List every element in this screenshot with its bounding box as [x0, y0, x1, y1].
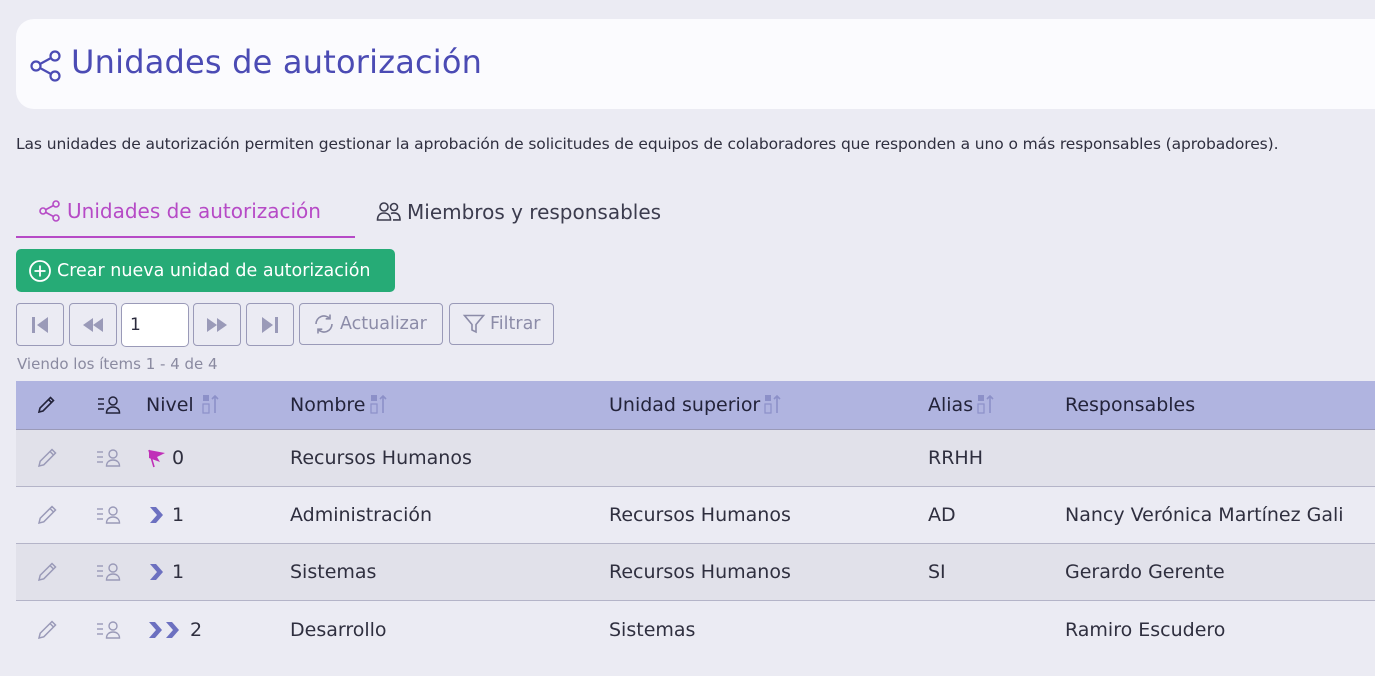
alias-cell: RRHH	[928, 447, 983, 469]
assign-column-header	[96, 381, 122, 429]
table-header: Nivel Nombre Unidad superior Alias Respo…	[16, 381, 1375, 430]
name-cell: Administración	[290, 504, 433, 526]
manage-members-button[interactable]	[96, 487, 122, 543]
column-header-nombre[interactable]: Nombre	[290, 381, 388, 429]
users-icon	[376, 201, 401, 221]
filter-icon	[462, 314, 486, 334]
sort-icon[interactable]	[202, 394, 220, 416]
level-cell: 1	[146, 487, 184, 543]
name-cell: Recursos Humanos	[290, 447, 472, 469]
pencil-icon	[37, 619, 57, 639]
sort-icon[interactable]	[369, 394, 388, 416]
share-nodes-icon	[30, 50, 61, 82]
sort-icon[interactable]	[977, 394, 995, 416]
name-cell: Sistemas	[290, 561, 377, 583]
filter-button[interactable]: Filtrar	[449, 303, 554, 345]
column-header-label: Nivel	[146, 394, 194, 416]
units-table: Nivel Nombre Unidad superior Alias Respo…	[16, 381, 1375, 658]
tab-label: Unidades de autorización	[67, 198, 321, 223]
refresh-icon	[315, 314, 333, 334]
column-header-alias[interactable]: Alias	[928, 381, 995, 429]
level-value: 1	[172, 561, 185, 583]
parent-unit-cell: Recursos Humanos	[609, 504, 791, 526]
parent-unit-cell: Recursos Humanos	[609, 561, 791, 583]
tab-bar: Unidades de autorización Miembros y resp…	[16, 185, 1375, 240]
sort-icon[interactable]	[764, 394, 782, 416]
page-header: Unidades de autorización	[16, 19, 1375, 109]
user-list-icon	[97, 563, 121, 581]
page-number-input[interactable]	[121, 303, 189, 347]
edit-row-button[interactable]	[35, 601, 59, 658]
user-list-icon	[97, 506, 121, 524]
create-unit-label: Crear nueva unidad de autorización	[57, 260, 371, 281]
page-title: Unidades de autorización	[71, 43, 483, 81]
column-header-label: Nombre	[290, 394, 366, 416]
rewind-icon	[83, 317, 103, 332]
page-description: Las unidades de autorización permiten ge…	[16, 135, 1279, 153]
responsables-cell: Gerardo Gerente	[1065, 561, 1225, 583]
level-value: 0	[172, 447, 185, 469]
column-header-nivel[interactable]: Nivel	[146, 381, 220, 429]
column-header-label: Unidad superior	[609, 394, 761, 416]
column-header-label: Alias	[928, 394, 974, 416]
level-value: 2	[190, 618, 203, 641]
refresh-label: Actualizar	[340, 314, 427, 334]
alias-cell: SI	[928, 561, 946, 583]
user-list-icon	[97, 449, 121, 467]
user-list-icon	[98, 396, 121, 414]
manage-members-button[interactable]	[96, 544, 122, 600]
previous-page-button[interactable]	[69, 303, 117, 346]
tab-authorization-units[interactable]: Unidades de autorización	[16, 185, 355, 238]
table-row: 0 Recursos Humanos RRHH	[16, 430, 1375, 487]
parent-unit-cell: Sistemas	[609, 618, 696, 641]
edit-column-header	[35, 381, 57, 429]
share-nodes-icon	[39, 199, 60, 222]
responsables-cell: Ramiro Escudero	[1065, 618, 1226, 641]
chevron-right-icon	[150, 564, 163, 580]
first-page-icon	[32, 316, 48, 333]
table-row: 1 Sistemas Recursos Humanos SI Gerardo G…	[16, 544, 1375, 601]
manage-members-button[interactable]	[96, 601, 122, 658]
edit-row-button[interactable]	[35, 430, 59, 486]
level-cell: 1	[146, 544, 184, 600]
last-page-icon	[262, 316, 278, 333]
column-header-responsables: Responsables	[1065, 381, 1195, 429]
manage-members-button[interactable]	[96, 430, 122, 486]
level-cell: 0	[146, 430, 184, 486]
create-unit-button[interactable]: Crear nueva unidad de autorización	[16, 249, 395, 292]
table-row: 1 Administración Recursos Humanos AD Nan…	[16, 487, 1375, 544]
level-value: 1	[172, 504, 185, 526]
edit-row-button[interactable]	[35, 544, 59, 600]
column-header-label: Responsables	[1065, 394, 1196, 416]
double-chevron-right-icon	[149, 621, 179, 638]
next-page-button[interactable]	[193, 303, 241, 346]
flag-icon	[148, 449, 165, 468]
pencil-icon	[37, 562, 57, 582]
name-cell: Desarrollo	[290, 618, 387, 641]
item-count: Viendo los ítems 1 - 4 de 4	[17, 355, 218, 373]
first-page-button[interactable]	[16, 303, 64, 346]
fast-forward-icon	[207, 317, 227, 332]
last-page-button[interactable]	[246, 303, 294, 346]
responsables-cell: Nancy Verónica Martínez Gali	[1065, 504, 1344, 526]
user-list-icon	[97, 620, 121, 639]
column-header-unidad-superior[interactable]: Unidad superior	[609, 381, 782, 429]
level-cell: 2	[146, 601, 202, 658]
pencil-icon	[37, 505, 57, 525]
tab-members-responsibles[interactable]: Miembros y responsables	[376, 185, 661, 238]
chevron-right-icon	[150, 507, 163, 523]
pencil-icon	[37, 396, 55, 414]
filter-label: Filtrar	[490, 314, 541, 334]
table-row: 2 Desarrollo Sistemas Ramiro Escudero	[16, 601, 1375, 658]
tab-label: Miembros y responsables	[407, 199, 662, 224]
alias-cell: AD	[928, 504, 956, 526]
pencil-icon	[37, 448, 57, 468]
edit-row-button[interactable]	[35, 487, 59, 543]
refresh-button[interactable]: Actualizar	[299, 303, 443, 345]
plus-circle-icon	[29, 259, 51, 282]
